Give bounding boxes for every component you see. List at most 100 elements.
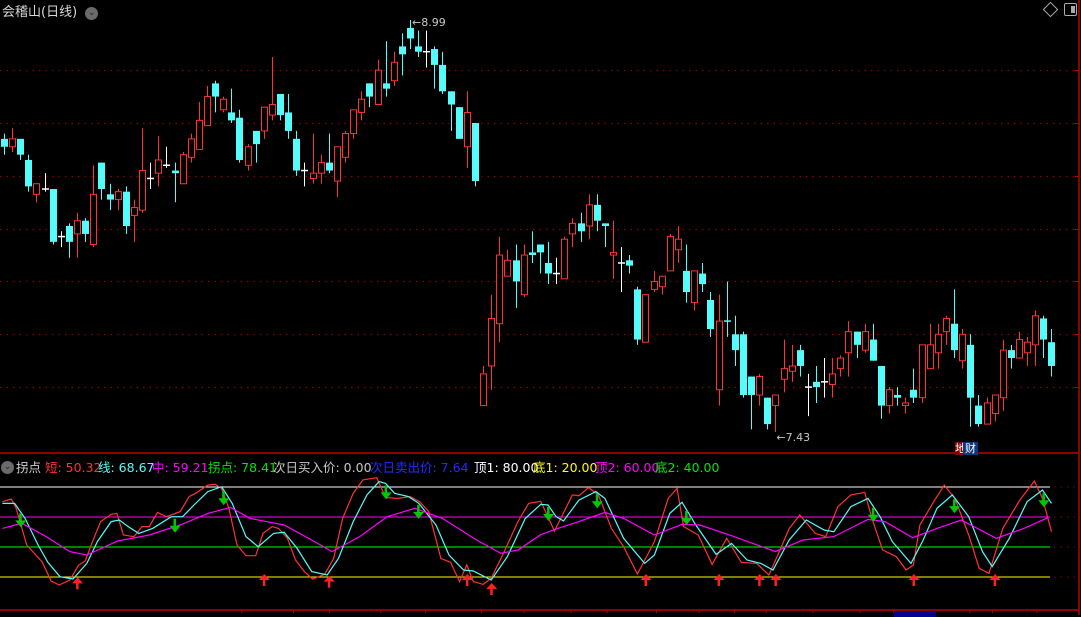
finance-badge[interactable]: 地财 <box>955 442 978 455</box>
candle <box>415 30 422 57</box>
candle <box>781 339 788 393</box>
candle <box>188 133 195 163</box>
candle <box>992 394 999 422</box>
candle-body-up <box>204 96 211 127</box>
candle <box>1008 344 1015 369</box>
candle <box>910 368 917 403</box>
candle-body-up <box>886 389 893 407</box>
candle-body-up <box>927 344 934 370</box>
candle <box>269 56 276 121</box>
candle-body-up <box>862 331 869 351</box>
candle <box>366 83 373 108</box>
arrow-stem <box>222 491 225 500</box>
candle-body-down <box>326 162 333 171</box>
candle <box>975 395 982 427</box>
candle <box>659 275 666 295</box>
arrow-stem <box>173 518 177 527</box>
candle-body-up <box>667 236 674 272</box>
candle-body-down <box>107 194 114 200</box>
value-bottom1: 底1: 20.00 <box>533 460 598 475</box>
candle <box>220 96 227 113</box>
candle <box>789 344 796 382</box>
candle <box>927 323 934 370</box>
candle-body-up <box>984 402 991 425</box>
candle <box>131 199 138 242</box>
candle <box>58 231 65 248</box>
candle-body-down <box>513 260 520 282</box>
candle-body-up <box>651 280 658 290</box>
arrow-stem <box>953 499 956 508</box>
candle <box>472 123 479 187</box>
candle-body-up <box>642 294 649 343</box>
candle-body-up <box>334 146 341 182</box>
candle <box>772 394 779 432</box>
candle-body-up <box>772 394 779 407</box>
candle-body-down <box>870 339 877 361</box>
arrow-stem <box>993 579 997 586</box>
candle <box>748 376 755 430</box>
candlestick-chart[interactable] <box>0 0 1081 615</box>
candle-body-down <box>537 244 544 253</box>
crosshair-date-box <box>894 611 936 617</box>
candle <box>854 331 861 359</box>
value-mid: 中: 59.21 <box>152 460 209 475</box>
arrow-stem <box>490 588 493 595</box>
candle-body-up <box>610 251 617 256</box>
candle <box>870 323 877 361</box>
candle-body-up <box>33 183 40 195</box>
candles <box>1 20 1055 432</box>
arrow-stem <box>465 579 469 586</box>
candle <box>301 162 308 187</box>
candle-body-up <box>829 373 836 385</box>
candle <box>123 186 130 234</box>
arrow-stem <box>262 579 266 586</box>
candle <box>602 223 609 248</box>
candle <box>675 226 682 263</box>
candle-body-down <box>172 170 179 174</box>
candle-body-up <box>358 98 365 113</box>
candle-body-up <box>659 275 666 288</box>
candle-body-down <box>699 273 706 285</box>
candle-body-up <box>1016 339 1023 359</box>
candle-body-up <box>756 376 763 396</box>
candle-body-up <box>480 373 487 407</box>
candle <box>894 387 901 406</box>
chevron-down-icon[interactable]: ⌄ <box>1 461 14 474</box>
candle-body-up <box>350 109 357 135</box>
candle <box>521 244 528 298</box>
candle <box>326 133 333 174</box>
candle <box>561 236 568 280</box>
candle-body-down <box>634 289 641 340</box>
candle-body-down <box>764 397 771 425</box>
candle-body-down <box>431 49 438 65</box>
buy-arrow-icon <box>258 574 270 586</box>
sell-arrow-icon <box>591 494 603 509</box>
indicator-chart <box>0 477 1076 595</box>
candle-body-up <box>310 172 317 179</box>
candle <box>959 329 966 369</box>
candle <box>261 106 268 139</box>
candle <box>935 323 942 369</box>
candle <box>464 91 471 168</box>
candle-body-up <box>9 138 16 148</box>
arrow-stem <box>417 504 420 513</box>
candle-body-up <box>342 133 349 158</box>
arrow-stem <box>717 579 721 586</box>
candle <box>545 241 552 285</box>
candle <box>578 212 585 242</box>
value-next-buy-price: 次日买入价: 0.00 <box>273 460 372 475</box>
candle <box>358 91 365 121</box>
candle <box>66 223 73 258</box>
candle-body-up <box>488 317 495 367</box>
indicator-menu-button[interactable]: ⌄ <box>1 458 14 474</box>
candle <box>155 136 162 187</box>
arrow-stem <box>685 510 688 519</box>
candle-body-up <box>115 191 122 201</box>
candle-body-down <box>212 83 219 97</box>
candle-body-up <box>837 357 844 370</box>
value-next-sell-price: 次日卖出价: 7.64 <box>370 460 469 475</box>
candle-body-up <box>188 138 195 158</box>
candle-body-down <box>1 138 8 147</box>
candle-body-down <box>98 162 105 190</box>
candle-body-up <box>131 207 138 216</box>
